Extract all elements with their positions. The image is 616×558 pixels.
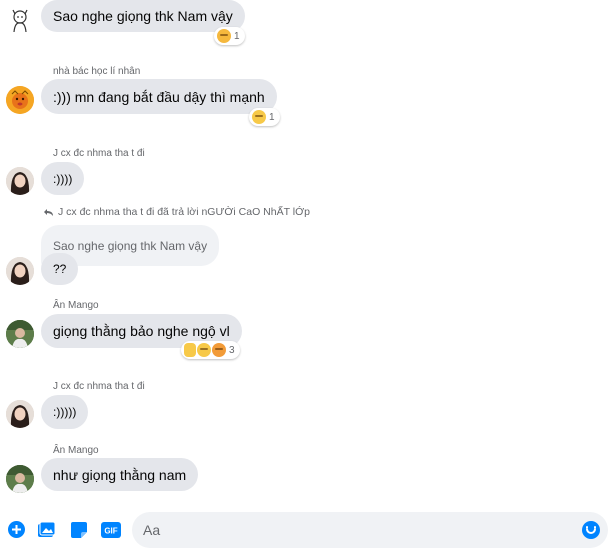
message-composer: GIF Aa xyxy=(0,508,616,553)
reaction-count: 1 xyxy=(234,30,240,42)
reaction-badge[interactable]: 3 xyxy=(181,341,240,359)
cartoon-sketch-avatar-icon xyxy=(12,9,28,33)
message-bubble[interactable]: :))) mn đang bắt đầu dậy thì mạnh xyxy=(41,79,277,114)
photo-icon[interactable] xyxy=(38,521,55,538)
sender-name: Ân Mango xyxy=(53,445,99,456)
green-photo-avatar-icon xyxy=(6,465,34,493)
message-bubble[interactable]: ?? xyxy=(41,253,79,285)
reply-note-text: J cx đc nhma tha t đi đã trả lời nGƯỜi C… xyxy=(58,206,310,218)
sender-name: J cx đc nhma tha t đi xyxy=(53,148,145,159)
avatar[interactable] xyxy=(6,6,34,34)
reaction-badge[interactable]: 1 xyxy=(249,108,280,126)
add-circle-icon[interactable] xyxy=(8,521,25,538)
message-input-placeholder: Aa xyxy=(143,522,161,538)
avatar[interactable] xyxy=(6,257,34,285)
green-photo-avatar-icon xyxy=(6,320,34,348)
message-bubble[interactable]: Sao nghe giọng thk Nam vậy xyxy=(41,0,245,32)
sender-name: nhà bác học lí nhân xyxy=(53,66,141,77)
sad-face-emoji-icon xyxy=(252,110,266,124)
emoji-icon[interactable] xyxy=(582,521,600,539)
reply-note: J cx đc nhma tha t đi đã trả lời nGƯỜi C… xyxy=(44,206,310,218)
message-bubble[interactable]: như giọng thằng nam xyxy=(41,458,199,491)
avatar[interactable] xyxy=(6,465,34,493)
emoji-style-avatar-icon xyxy=(6,86,34,114)
reaction-count: 3 xyxy=(229,344,235,356)
message-bubble[interactable]: :)))) xyxy=(41,162,85,195)
reaction-count: 1 xyxy=(269,111,275,123)
laughing-emoji-icon xyxy=(197,343,211,357)
girl-photo-avatar-icon xyxy=(6,400,34,428)
crying-cat-emoji-icon xyxy=(217,29,231,43)
avatar[interactable] xyxy=(6,400,34,428)
sticker-icon[interactable] xyxy=(70,521,87,538)
message-bubble[interactable]: :))))) xyxy=(41,395,89,429)
avatar[interactable] xyxy=(6,320,34,348)
thumbs-up-emoji-icon xyxy=(184,343,196,357)
reaction-badge[interactable]: 1 xyxy=(214,27,245,45)
reply-arrow-icon xyxy=(44,208,53,216)
sender-name: Ân Mango xyxy=(53,300,99,311)
girl-photo-avatar-icon xyxy=(6,257,34,285)
sender-name: J cx đc nhma tha t đi xyxy=(53,381,145,392)
gif-icon[interactable]: GIF xyxy=(101,521,121,538)
heart-eyes-cat-emoji-icon xyxy=(212,343,226,357)
avatar[interactable] xyxy=(6,167,34,195)
message-input[interactable]: Aa xyxy=(132,512,608,548)
girl-photo-avatar-icon xyxy=(6,167,34,195)
avatar[interactable] xyxy=(6,86,34,114)
gif-label: GIF xyxy=(104,526,117,535)
